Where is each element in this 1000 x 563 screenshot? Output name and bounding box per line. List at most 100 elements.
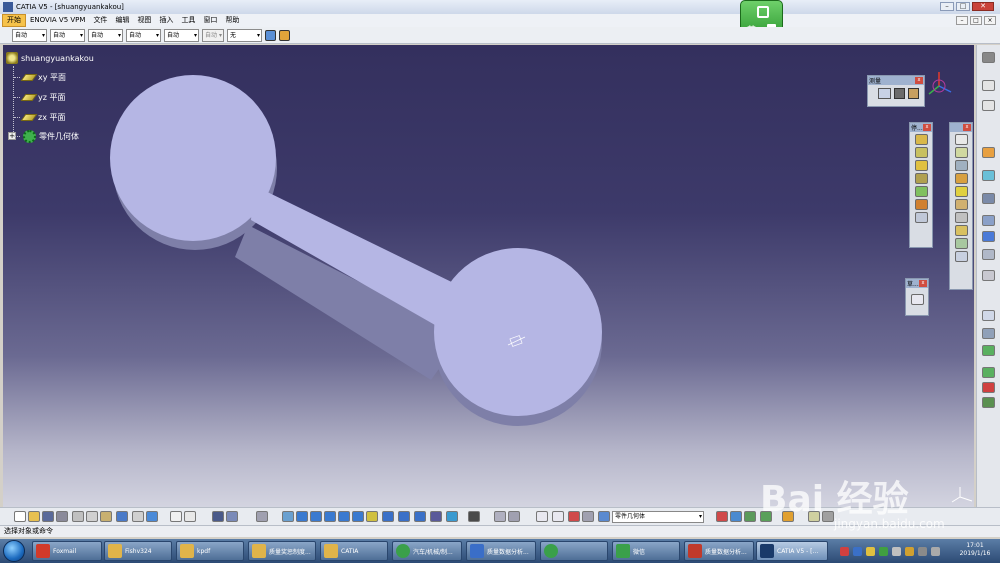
compass-icon[interactable] [925,70,955,100]
doc-minimize-button[interactable]: – [956,16,968,25]
menu-start[interactable]: 开始 [2,14,26,27]
scale-icon[interactable] [982,249,995,260]
painter-icon[interactable] [265,29,276,41]
toolbox-close-button[interactable]: x [963,124,971,131]
reference-icon[interactable] [982,270,995,281]
photo-icon[interactable] [730,511,742,522]
rotate-icon[interactable] [324,511,336,522]
taskbar-item-foxmail[interactable]: Foxmail [32,541,102,561]
shading-icon[interactable] [414,511,426,522]
rendering-style-combo[interactable]: 自动 [202,28,224,42]
sketcher-icon[interactable] [910,294,924,305]
axis-system-icon[interactable] [982,215,995,226]
measure-icon[interactable] [468,511,480,522]
thickness-analysis-icon[interactable] [982,397,995,408]
options-icon[interactable] [582,511,594,522]
toolbar-icon[interactable] [982,80,995,91]
zoom-out-icon[interactable] [352,511,364,522]
taskbar-item-folder[interactable]: kpdf [176,541,244,561]
tray-app-icon[interactable] [853,546,862,556]
replace-face-icon[interactable] [954,251,968,262]
workbench-icon[interactable] [982,52,995,63]
toolbox-close-button[interactable]: x [923,124,931,131]
taskbar-item-folder[interactable]: 质量奖惩制度... [248,541,316,561]
close-button[interactable]: ✕ [972,2,994,11]
update-icon[interactable] [508,511,520,522]
thickness-icon[interactable] [954,212,968,223]
menu-file[interactable]: 文件 [89,15,111,26]
boolean-icon[interactable] [982,170,995,181]
draft-analysis-icon[interactable] [982,367,995,378]
analysis-icon[interactable] [982,345,995,356]
remove-face-icon[interactable] [954,238,968,249]
fly-mode-icon[interactable] [282,511,294,522]
cut-icon[interactable] [72,511,84,522]
linetype-combo[interactable]: 自动 [126,28,161,42]
curvature-icon[interactable] [982,382,995,393]
format-painter-icon[interactable] [279,29,290,41]
thread-icon[interactable] [954,225,968,236]
sketch-icon[interactable] [954,134,968,145]
constraint-icon[interactable] [982,328,995,339]
menu-insert[interactable]: 插入 [155,15,177,26]
tree-item-yz-plane[interactable]: yz 平面 [14,92,65,103]
annotation-icon[interactable] [982,310,995,321]
define-work-object-icon[interactable] [598,511,610,522]
chamfer-icon[interactable] [954,173,968,184]
copy-icon[interactable] [86,511,98,522]
tray-app-icon[interactable] [866,546,875,556]
line-thickness-combo[interactable]: 自动 [88,28,123,42]
transform-icon[interactable] [982,193,995,204]
whats-this-icon[interactable] [146,511,158,522]
table-icon[interactable] [212,511,224,522]
pocket-icon[interactable] [914,147,928,158]
taskbar-item-catia[interactable]: CATIA V5 - [... [756,541,828,561]
menu-help[interactable]: 帮助 [221,15,243,26]
point-symbol-combo[interactable]: 自动 [164,28,199,42]
transparency-combo[interactable]: 自动 [50,28,85,42]
taskbar-item-folder[interactable]: Fishv324 [104,541,172,561]
menu-window[interactable]: 窗口 [199,15,221,26]
undo-icon[interactable] [116,511,128,522]
menu-edit[interactable]: 编辑 [111,15,133,26]
menu-view[interactable]: 视图 [133,15,155,26]
fit-all-icon[interactable] [296,511,308,522]
pattern-icon[interactable] [982,231,995,242]
tray-app-icon[interactable] [892,546,901,556]
menu-tools[interactable]: 工具 [177,15,199,26]
taskbar-item-browser[interactable]: 汽车/机械/制... [392,541,462,561]
scissors-icon[interactable] [568,511,580,522]
maximize-button[interactable]: □ [956,2,970,11]
render-icon[interactable] [716,511,728,522]
iso-view-icon[interactable] [398,511,410,522]
3d-viewport[interactable] [3,45,974,524]
new-icon[interactable] [14,511,26,522]
layer-combo[interactable]: 无 [227,28,262,42]
pan-icon[interactable] [310,511,322,522]
taskbar-item-pdf[interactable]: 质量数据分析... [684,541,754,561]
work-object-combo[interactable]: 零件几何体 [612,511,704,523]
groove-icon[interactable] [914,173,928,184]
hide-show-icon[interactable] [430,511,442,522]
menu-enovia[interactable]: ENOVIA V5 VPM [26,15,89,26]
taskbar-item-document[interactable]: 质量数据分析... [466,541,536,561]
dimension-icon[interactable] [536,511,548,522]
minimize-button[interactable]: – [940,2,954,11]
slot-icon[interactable] [914,212,928,223]
redo-icon[interactable] [132,511,144,522]
tree-item-zx-plane[interactable]: zx 平面 [14,112,65,123]
volume-icon[interactable] [931,546,940,556]
tree-item-part-body[interactable]: 零件几何体 [14,130,79,143]
start-button[interactable] [3,540,25,562]
measure-between-icon[interactable] [878,88,891,99]
constraint-display-icon[interactable] [552,511,564,522]
tray-app-icon[interactable] [905,546,914,556]
positioned-sketch-icon[interactable] [954,147,968,158]
environment-icon[interactable] [744,511,756,522]
tree-root-node[interactable]: shuangyuankakou [6,52,94,64]
multi-view-icon[interactable] [382,511,394,522]
save-icon[interactable] [42,511,54,522]
shaft-icon[interactable] [914,160,928,171]
normal-view-icon[interactable] [366,511,378,522]
toolbox-close-button[interactable]: x [915,77,923,84]
